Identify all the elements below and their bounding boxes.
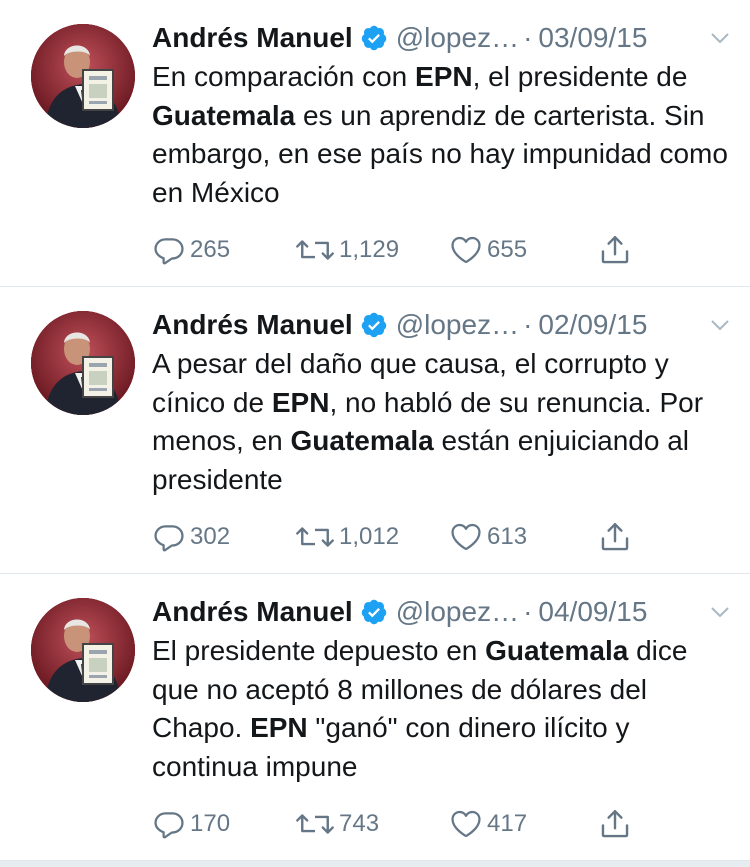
- avatar-photo: [31, 311, 135, 415]
- chevron-down-icon[interactable]: [708, 313, 732, 337]
- tweet-text: En comparación con EPN, el presidente de…: [152, 58, 732, 212]
- reply-count: 170: [190, 810, 231, 837]
- tweet-date[interactable]: 02/09/15: [538, 305, 647, 345]
- avatar-photo: [31, 24, 135, 128]
- tweet-text-bold: Guatemala: [485, 635, 629, 666]
- chevron-down-icon[interactable]: [708, 26, 732, 50]
- tweet-content: Andrés Manuel @lopez… · 03/09/15 En comp…: [152, 18, 732, 212]
- tweet-text-bold: EPN: [250, 712, 308, 743]
- share-button[interactable]: [598, 232, 632, 268]
- verified-badge-icon: [361, 599, 386, 625]
- author-handle[interactable]: @lopez…: [396, 305, 519, 345]
- reply-button[interactable]: 302: [152, 519, 230, 555]
- retweet-count: 1,129: [339, 236, 400, 263]
- tweet-text: A pesar del daño que causa, el corrupto …: [152, 345, 732, 499]
- tweet-text-bold: Guatemala: [290, 425, 434, 456]
- reply-icon: [154, 238, 184, 265]
- heart-icon: [451, 236, 481, 264]
- avatar[interactable]: [31, 24, 135, 128]
- avatar-photo: [31, 598, 135, 702]
- tweet-text-bold: EPN: [415, 61, 473, 92]
- share-icon: [601, 523, 629, 551]
- retweet-icon: [296, 527, 334, 547]
- heart-icon: [451, 810, 481, 838]
- author-handle[interactable]: @lopez…: [396, 18, 519, 58]
- tweet-date[interactable]: 04/09/15: [538, 592, 647, 632]
- feed-bottom-divider: [0, 861, 750, 867]
- tweet-text-bold: Guatemala: [152, 99, 296, 131]
- separator-dot: ·: [523, 22, 533, 53]
- reply-count: 265: [190, 236, 231, 263]
- tweet-text-segment: , el presidente de: [472, 61, 688, 92]
- separator-dot: ·: [523, 596, 533, 627]
- tweet-header: Andrés Manuel @lopez… · 04/09/15: [152, 592, 732, 632]
- share-icon: [601, 236, 629, 264]
- avatar[interactable]: [31, 311, 135, 415]
- reply-count: 302: [190, 523, 231, 550]
- tweet-text-segment: En comparación con: [152, 61, 416, 92]
- retweet-count: 743: [339, 810, 380, 837]
- tweet-content: Andrés Manuel @lopez… · 02/09/15 A pesar…: [152, 305, 732, 499]
- tweet-content: Andrés Manuel @lopez… · 04/09/15 El pres…: [152, 592, 732, 786]
- author-name[interactable]: Andrés Manuel: [152, 18, 353, 58]
- retweet-count: 1,012: [339, 523, 400, 550]
- tweet-actions: 302 1,012 613: [152, 519, 652, 555]
- reply-icon: [154, 812, 184, 839]
- tweet-feed: Andrés Manuel @lopez… · 03/09/15 En comp…: [0, 0, 750, 861]
- author-handle[interactable]: @lopez…: [396, 592, 519, 632]
- reply-button[interactable]: 170: [152, 806, 230, 842]
- reply-icon: [154, 525, 184, 552]
- tweet-actions: 170 743 417: [152, 806, 652, 842]
- share-button[interactable]: [598, 519, 632, 555]
- retweet-icon: [296, 240, 334, 260]
- share-icon: [601, 810, 629, 838]
- tweet-header: Andrés Manuel @lopez… · 02/09/15: [152, 305, 732, 345]
- tweet-actions: 265 1,129 655: [152, 232, 652, 268]
- retweet-button[interactable]: 743: [295, 806, 379, 842]
- retweet-button[interactable]: 1,012: [295, 519, 399, 555]
- avatar[interactable]: [31, 598, 135, 702]
- tweet[interactable]: Andrés Manuel @lopez… · 04/09/15 El pres…: [0, 574, 750, 861]
- tweet-date[interactable]: 03/09/15: [538, 18, 647, 58]
- author-name[interactable]: Andrés Manuel: [152, 305, 353, 345]
- like-count: 417: [487, 810, 528, 837]
- like-count: 655: [487, 236, 528, 263]
- verified-badge-icon: [361, 25, 386, 51]
- like-count: 613: [487, 523, 528, 550]
- share-button[interactable]: [598, 806, 632, 842]
- tweet[interactable]: Andrés Manuel @lopez… · 02/09/15 A pesar…: [0, 287, 750, 574]
- like-button[interactable]: 613: [449, 519, 527, 555]
- tweet-text: El presidente depuesto en Guatemala dice…: [152, 632, 732, 786]
- verified-badge-icon: [361, 312, 386, 338]
- like-button[interactable]: 655: [449, 232, 527, 268]
- like-button[interactable]: 417: [449, 806, 527, 842]
- author-name[interactable]: Andrés Manuel: [152, 592, 353, 632]
- tweet[interactable]: Andrés Manuel @lopez… · 03/09/15 En comp…: [0, 0, 750, 287]
- chevron-down-icon[interactable]: [708, 600, 732, 624]
- retweet-icon: [296, 814, 334, 834]
- tweet-header: Andrés Manuel @lopez… · 03/09/15: [152, 18, 732, 58]
- reply-button[interactable]: 265: [152, 232, 230, 268]
- retweet-button[interactable]: 1,129: [295, 232, 399, 268]
- heart-icon: [451, 523, 481, 551]
- separator-dot: ·: [523, 309, 533, 340]
- tweet-text-segment: El presidente depuesto en: [152, 635, 486, 666]
- tweet-text-bold: EPN: [271, 386, 330, 418]
